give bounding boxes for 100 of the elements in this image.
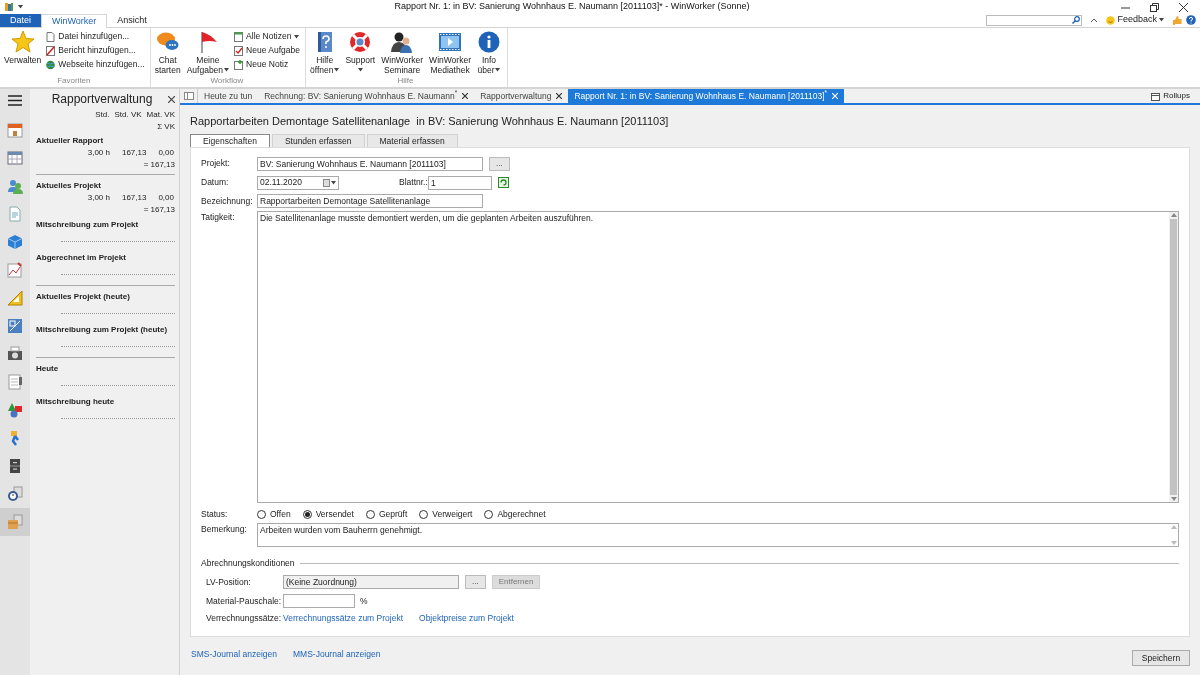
ribbon-group-label: Hilfe [397,75,414,87]
material-flat-rate-field[interactable] [283,594,355,609]
document-tab[interactable]: Heute zu tun [198,89,259,103]
value-text: 167,13 [121,192,147,204]
save-button[interactable]: Speichern [1132,650,1190,666]
ribbon-button[interactable]: Info über [476,30,502,75]
unit-label: % [360,594,368,608]
form-tab[interactable]: Eigenschaften [190,134,270,147]
status-radio[interactable]: Versendet [302,508,354,521]
document-icon [7,206,23,222]
notepad-icon [7,374,23,390]
shapes-icon [7,402,23,418]
ribbon-menu-button[interactable]: Neue Aufgabe [234,44,300,57]
sheet-number-field[interactable]: 1 [428,175,492,190]
document-tab[interactable]: Rechnung: BV: Sanierung Wohnhaus E. Naumann$^{*}$ [258,89,475,103]
column-header: Σ VK [157,121,175,133]
people-icon [390,30,415,54]
link[interactable]: Objektpreise zum Projekt [419,612,514,626]
link[interactable]: SMS-Journal anzeigen [191,647,277,661]
close-icon[interactable] [1179,2,1188,12]
ribbon-menu-button[interactable]: Neue Notiz [234,58,300,71]
calendar-icon [7,122,23,138]
ribbon-button[interactable]: Chat starten [153,30,182,75]
date-field[interactable]: 02.11.2020 [257,175,339,190]
value-text: 0,00 [158,147,174,159]
ribbon-button[interactable]: WinWorker Seminare [380,30,425,75]
refresh-icon[interactable] [498,177,509,188]
value-text: 167,13 [121,147,147,159]
help-icon[interactable] [1186,15,1196,25]
status-radio[interactable]: Abgerechnet [484,508,546,521]
page-heading: Rapportarbeiten Demontage Satellitenanlage in BV: Sanierung Wohnhaus E. Naumann [2011103] [190,114,670,128]
field-label: LV-Position: [206,575,252,589]
smiley-icon [1106,15,1116,25]
ribbon-button[interactable]: Support [344,30,377,75]
ribbon-button[interactable]: Hilfe öffnen [308,30,341,75]
boxes-icon [7,514,23,530]
ruler-triangle-icon [7,290,23,306]
ribbon-group-label: Favoriten [57,75,91,87]
remark-text-area[interactable]: Arbeiten wurden vom Bauherrn genehmigt. [257,523,1179,547]
document-tab[interactable]: Rapport Nr. 1: in BV: Sanierung Wohnhaus E. Naumann [2011103]$^{*}$ [568,89,845,103]
cube-icon [7,234,23,250]
rollups-button[interactable]: Rollups [1151,89,1200,103]
caret-icon [224,68,230,72]
restore-icon[interactable] [1150,2,1159,12]
link[interactable]: MMS-Journal anzeigen [293,647,381,661]
report-icon [46,45,56,56]
field-label: Bemerkung: [201,523,248,536]
ribbon-tab[interactable]: Ansicht [107,13,157,27]
close-icon[interactable] [168,95,175,103]
contacts-icon [7,178,23,194]
section-title: Mitschreibung zum Projekt [36,219,140,231]
field-label: Blattnr.: [399,176,428,189]
ribbon-button[interactable]: Verwalten [3,30,43,75]
panel-toggle-icon[interactable] [183,92,194,100]
search-field[interactable] [986,14,1083,26]
status-radio[interactable]: Geprüft [365,508,408,521]
quick-access-caret-icon [18,5,23,9]
window-title: Rapport Nr. 1: in BV: Sanierung Wohnhaus E. Naumann [2011103]* - WinWorker (Sonne) [394,0,750,14]
panel-title: Rapportverwaltung [51,91,153,108]
section-title: Mitschreibung heute [36,396,116,408]
camera-icon [7,346,23,362]
browse-button[interactable]: ... [465,575,486,590]
field-label: Projekt: [201,157,231,170]
close-icon [556,93,563,99]
status-radio[interactable]: Offen [257,508,291,521]
stopwatch-icon [7,486,23,502]
calendar-icon [234,31,244,42]
project-field[interactable]: BV: Sanierung Wohnhaus E. Naumann [2011103] [257,156,483,171]
browse-button[interactable]: ... [489,156,510,171]
status-radio[interactable]: Verweigert [419,508,473,521]
ribbon-menu-button[interactable]: Webseite hinzufügen... [46,58,145,71]
caret-icon [331,180,336,185]
value-text: 3,00 h [87,147,110,159]
collapse-ribbon-icon[interactable] [1090,16,1099,24]
ribbon-button[interactable]: Meine Aufgaben [185,30,231,75]
activity-text-area[interactable]: Die Satellitenanlage musste demontiert werden, um die geplanten Arbeiten auszuführen. [257,211,1179,503]
field-label: Verrechnungssätze: [206,612,283,626]
column-header: Mat. VK [146,109,175,121]
form-tab[interactable]: Material erfassen [366,134,458,147]
ribbon-menu-button[interactable]: Bericht hinzufügen... [46,44,145,57]
lv-position-field[interactable]: (Keine Zuordnung) [283,575,459,590]
star-icon [10,30,35,54]
section-heading: Abrechnungskonditionen [201,557,295,570]
ribbon-tab[interactable]: WinWorker [41,14,108,28]
feedback-button[interactable]: Feedback [1106,13,1164,27]
document-tab[interactable]: Rapportverwaltung [474,89,569,103]
ribbon-menu-button[interactable]: Alle Notizen [234,30,300,43]
column-header: Std. [95,109,110,121]
field-label: Material-Pauschale: [206,594,283,608]
link[interactable]: Verrechnungssätze zum Projekt [283,612,403,626]
thumbs-up-icon[interactable] [1172,15,1182,25]
scrollbar-thumb[interactable] [1170,219,1177,495]
ribbon-button[interactable]: WinWorker Mediathek [428,30,472,75]
form-tab[interactable]: Stunden erfassen [271,134,365,147]
value-text: 3,00 h [87,192,110,204]
ribbon-menu-button[interactable]: Datei hinzufügen... [46,30,145,43]
scroll-up-icon [1170,213,1177,217]
menu-icon[interactable] [8,95,22,106]
description-field[interactable]: Rapportarbeiten Demontage Satellitenanlage [257,194,483,208]
value-text: 0,00 [158,192,174,204]
